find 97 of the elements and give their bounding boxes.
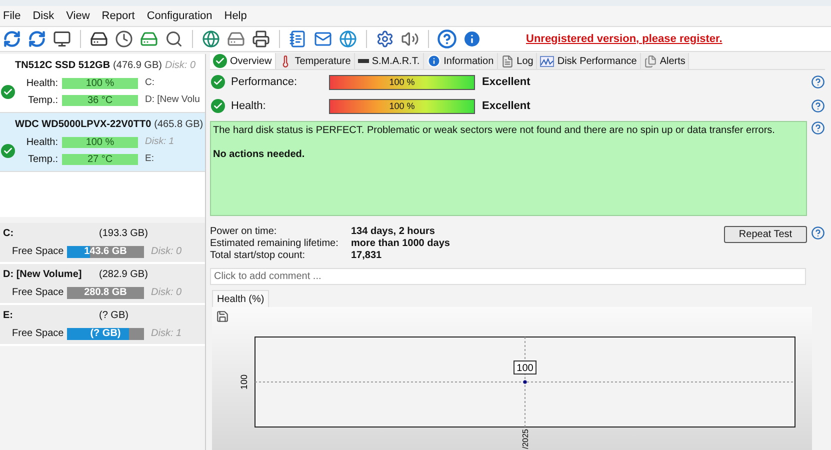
- meter-reading: 36 °C: [86, 95, 114, 106]
- meter-verdict: Excellent: [482, 98, 532, 114]
- help-icon[interactable]: [811, 121, 825, 135]
- disk-tag: Disk: 0: [164, 58, 196, 73]
- disk-tag: Disk: 0: [151, 285, 182, 300]
- y-axis-label: 100: [239, 374, 249, 390]
- clock-icon[interactable]: [115, 30, 133, 48]
- menu-item[interactable]: Report: [96, 8, 141, 24]
- fact-label: Total start/stop count:: [210, 250, 306, 262]
- info-icon[interactable]: [462, 29, 482, 49]
- documents-icon: [644, 54, 657, 68]
- help-icon[interactable]: [811, 226, 825, 240]
- free-space-label: Free Space: [12, 327, 65, 341]
- disk-name: WDC WD5000LPVX-22V0TT0: [15, 118, 152, 132]
- fact-label: Estimated remaining lifetime:: [210, 238, 340, 250]
- free-space-value: 280.8 GB: [83, 286, 128, 298]
- disk-tag: Disk: 1: [151, 326, 182, 341]
- settings-icon[interactable]: [376, 30, 394, 48]
- repeat-test-button[interactable]: Repeat Test: [724, 226, 807, 243]
- check-icon: [211, 75, 225, 89]
- meter-reading: 100 %: [84, 137, 116, 148]
- volume-size: (193.3 GB): [99, 227, 148, 241]
- data-point: [523, 380, 527, 384]
- help-icon[interactable]: [811, 75, 825, 89]
- fact-label: Power on time:: [210, 226, 278, 238]
- volume-name: D: [New Volume]: [3, 268, 83, 282]
- volume-size: (? GB): [99, 309, 128, 323]
- printer-icon[interactable]: [252, 30, 270, 48]
- disk-tag: Disk: 0: [151, 244, 182, 259]
- meter-reading: 100 %: [84, 78, 116, 89]
- volume-name: C:: [3, 227, 15, 241]
- metric-label: Temp.:: [26, 153, 58, 167]
- info-icon: [426, 54, 441, 68]
- data-label: 100: [514, 360, 536, 374]
- menu-item[interactable]: Help: [218, 8, 253, 24]
- drive-check-icon[interactable]: [140, 30, 158, 48]
- meter-reading: 100 %: [388, 100, 416, 112]
- action-text: No actions needed.: [213, 148, 306, 162]
- save-icon[interactable]: [216, 310, 229, 323]
- search-icon[interactable]: [165, 30, 183, 48]
- free-space-label: Free Space: [12, 286, 65, 300]
- menu-item[interactable]: File: [0, 8, 27, 24]
- drive-letter: D: [New Volu: [145, 93, 200, 108]
- disk-size: (476.9 GB): [113, 59, 162, 73]
- metric-label: Health:: [25, 77, 58, 91]
- drive-letter: C:: [145, 76, 154, 90]
- document-icon: [500, 54, 514, 68]
- help-icon[interactable]: [811, 99, 825, 113]
- metric-label: Health:: [25, 136, 58, 150]
- mail-icon[interactable]: [314, 30, 332, 48]
- meter-reading: 27 °C: [86, 154, 114, 165]
- x-axis-label: /2025: [521, 429, 530, 449]
- tab[interactable]: Temperature: [276, 53, 355, 69]
- tab[interactable]: S.M.A.R.T.: [354, 53, 424, 69]
- meter-label: Health:: [231, 98, 267, 114]
- check-icon: [213, 54, 227, 68]
- speaker-icon[interactable]: [401, 30, 419, 48]
- notepad-icon[interactable]: [289, 30, 307, 48]
- status-text: The hard disk status is PERFECT. Problematic or weak sectors were not found and there are no spin up or data transfer errors.: [213, 124, 776, 138]
- free-space-label: Free Space: [12, 245, 65, 259]
- menu-item[interactable]: Disk: [26, 8, 60, 24]
- check-icon: [1, 144, 15, 158]
- refresh-warning-icon[interactable]: [28, 30, 46, 48]
- globe-icon[interactable]: [339, 30, 357, 48]
- tab[interactable]: Disk Performance: [537, 53, 641, 69]
- volume-card[interactable]: E: (? GB) Free Space (? GB) Disk: 1: [0, 305, 205, 346]
- drive-letter: E:: [145, 152, 154, 166]
- meter-label: Performance:: [231, 74, 298, 90]
- volume-card[interactable]: D: [New Volume] (282.9 GB) Free Space 280.8 GB Disk: 0: [0, 264, 205, 305]
- register-link[interactable]: Unregistered version, please register.: [526, 30, 722, 48]
- help-icon[interactable]: [437, 29, 457, 49]
- disk-size: (465.8 GB): [154, 118, 204, 132]
- fact-value: 134 days, 2 hours: [351, 226, 435, 238]
- tab[interactable]: Overview: [210, 53, 276, 69]
- comment-field[interactable]: Click to add comment ...: [210, 268, 806, 285]
- menu-item[interactable]: View: [60, 8, 96, 24]
- check-icon: [211, 99, 225, 113]
- disk-name: TN512C SSD 512GB: [15, 59, 110, 73]
- disk-tag: Disk: 1: [145, 135, 174, 150]
- globe-icon[interactable]: [202, 30, 220, 48]
- volume-name: E:: [3, 309, 14, 323]
- meter-reading: 100 %: [388, 76, 416, 88]
- tab[interactable]: Alerts: [640, 53, 690, 69]
- fact-value: 17,831: [351, 250, 382, 262]
- chart-icon: [540, 56, 554, 66]
- tab[interactable]: Information: [424, 53, 498, 69]
- metric-label: Temp.:: [26, 94, 58, 108]
- fact-value: more than 1000 days: [351, 238, 450, 250]
- check-icon: [1, 85, 15, 99]
- tab[interactable]: Log: [498, 53, 538, 69]
- chart-tab[interactable]: Health (%): [212, 290, 270, 307]
- menu-item[interactable]: Configuration: [140, 8, 218, 24]
- disk-card[interactable]: WDC WD5000LPVX-22V0TT0 (465.8 GB) Health: 100 % Disk: 1 Temp.: 27 °C E:: [0, 113, 205, 172]
- refresh-icon[interactable]: [3, 30, 21, 48]
- meter-verdict: Excellent: [482, 74, 532, 90]
- free-space-value: (? GB): [89, 328, 122, 340]
- volume-size: (282.9 GB): [99, 268, 148, 282]
